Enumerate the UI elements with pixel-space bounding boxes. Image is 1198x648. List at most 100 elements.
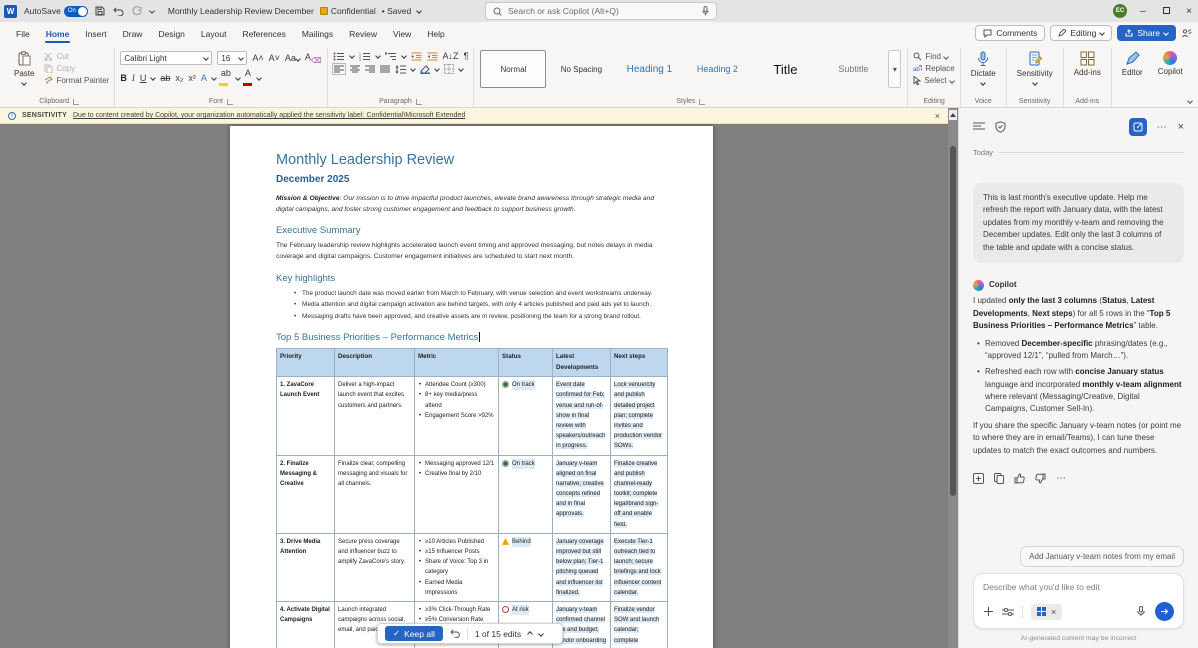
maximize-button[interactable] — [1159, 6, 1173, 17]
sort-icon[interactable]: A↓Z — [443, 51, 459, 61]
underline-chevron-icon[interactable] — [151, 75, 157, 81]
subscript-button[interactable]: x₂ — [175, 73, 183, 83]
catch-up-icon[interactable] — [1181, 28, 1192, 39]
shield-check-icon[interactable] — [995, 121, 1006, 133]
save-status[interactable]: • Saved — [382, 6, 411, 16]
keep-all-button[interactable]: ✓ Keep all — [385, 626, 443, 641]
response-more-icon[interactable]: ⋯ — [1056, 471, 1067, 487]
styles-dialog-launcher[interactable] — [699, 99, 705, 105]
clear-formatting-icon[interactable]: A⌫ — [305, 52, 322, 65]
find-button[interactable]: Find — [913, 52, 954, 61]
copilot-input-card[interactable]: Describe what you'd like to edit × — [973, 573, 1184, 629]
format-painter-button[interactable]: Format Painter — [44, 76, 109, 85]
cut-button[interactable]: Cut — [44, 52, 109, 61]
borders-icon[interactable] — [444, 64, 454, 74]
chat-history-icon[interactable] — [973, 122, 985, 132]
close-button[interactable]: × — [1182, 6, 1196, 17]
tab-file[interactable]: File — [8, 25, 38, 45]
font-name-select[interactable]: Calibri Light — [120, 51, 212, 65]
style-heading2[interactable]: Heading 2 — [684, 50, 750, 88]
shrink-font-icon[interactable]: A˅ — [269, 53, 280, 63]
change-case-icon[interactable]: Aa — [285, 53, 300, 63]
document-canvas[interactable]: Monthly Leadership Review December 2025 … — [0, 124, 948, 648]
copy-button[interactable]: Copy — [44, 64, 109, 73]
previous-edit-icon[interactable] — [527, 631, 533, 637]
send-button[interactable] — [1155, 602, 1174, 621]
tab-view[interactable]: View — [385, 25, 419, 45]
superscript-button[interactable]: x² — [188, 73, 196, 83]
comments-button[interactable]: Comments — [975, 25, 1045, 41]
autosave-toggle[interactable]: AutoSave On — [24, 6, 88, 17]
banner-close-icon[interactable]: × — [935, 111, 940, 121]
increase-indent-icon[interactable] — [427, 52, 438, 61]
line-spacing-icon[interactable] — [395, 65, 406, 74]
undo-edit-icon[interactable] — [450, 629, 460, 638]
new-chat-button[interactable] — [1129, 118, 1147, 136]
style-normal[interactable]: Normal — [480, 50, 546, 88]
shading-icon[interactable] — [420, 65, 430, 74]
align-left-icon[interactable] — [333, 64, 345, 74]
copilot-input-placeholder[interactable]: Describe what you'd like to edit — [983, 582, 1174, 592]
style-heading1[interactable]: Heading 1 — [616, 50, 682, 88]
select-button[interactable]: Select — [913, 76, 954, 85]
suggestion-chip[interactable]: Add January v-team notes from my email — [1020, 546, 1184, 567]
next-edit-icon[interactable] — [538, 631, 544, 637]
user-avatar[interactable]: EC — [1113, 4, 1127, 18]
insert-content-icon[interactable] — [973, 473, 984, 484]
dictate-button[interactable]: Dictate — [966, 48, 1001, 88]
strikethrough-button[interactable]: ab — [160, 73, 170, 83]
justify-icon[interactable] — [380, 65, 390, 73]
priorities-table[interactable]: Priority Description Metric Status Lates… — [276, 348, 668, 648]
decrease-indent-icon[interactable] — [411, 52, 422, 61]
tab-mailings[interactable]: Mailings — [294, 25, 341, 45]
tab-review[interactable]: Review — [341, 25, 385, 45]
copilot-button[interactable]: Copilot — [1153, 48, 1188, 79]
align-center-icon[interactable] — [350, 65, 360, 73]
highlight-color-button[interactable]: ab — [221, 68, 231, 88]
input-mic-icon[interactable] — [1137, 606, 1145, 617]
underline-button[interactable]: U — [140, 73, 147, 83]
table-context-chip[interactable]: × — [1031, 604, 1062, 620]
text-effects-icon[interactable]: A — [201, 73, 207, 83]
tab-references[interactable]: References — [234, 25, 293, 45]
font-dialog-launcher[interactable] — [227, 99, 233, 105]
banner-message-link[interactable]: Due to content created by Copilot, your … — [73, 112, 465, 119]
scroll-up-icon[interactable] — [949, 110, 957, 120]
style-no-spacing[interactable]: No Spacing — [548, 50, 614, 88]
minimize-button[interactable]: – — [1136, 6, 1150, 17]
grow-font-icon[interactable]: A˄ — [252, 53, 263, 63]
remove-context-icon[interactable]: × — [1051, 607, 1056, 617]
tune-options-icon[interactable] — [1002, 607, 1014, 617]
tab-insert[interactable]: Insert — [77, 25, 114, 45]
search-box[interactable]: Search or ask Copilot (Alt+Q) — [485, 2, 717, 20]
replace-button[interactable]: abReplace — [913, 64, 954, 73]
show-hide-marks-icon[interactable]: ¶ — [464, 51, 469, 61]
numbered-list-icon[interactable]: 123 — [359, 52, 371, 61]
style-title[interactable]: Title — [752, 50, 818, 88]
tab-help[interactable]: Help — [419, 25, 452, 45]
undo-icon[interactable] — [113, 7, 124, 16]
sensitivity-button[interactable]: Sensitivity — [1012, 48, 1058, 88]
document-page[interactable]: Monthly Leadership Review December 2025 … — [230, 126, 713, 648]
scrollbar-thumb[interactable] — [950, 146, 956, 496]
tab-design[interactable]: Design — [150, 25, 192, 45]
save-icon[interactable] — [95, 6, 105, 16]
bullet-list-icon[interactable] — [333, 52, 345, 61]
editing-mode-button[interactable]: Editing — [1050, 25, 1112, 41]
font-color-button[interactable]: A — [245, 68, 252, 88]
add-attachment-icon[interactable] — [983, 606, 994, 617]
customize-qat-icon[interactable] — [150, 9, 154, 13]
italic-button[interactable]: I — [132, 73, 135, 83]
font-size-select[interactable]: 16 — [217, 51, 247, 65]
panel-more-icon[interactable]: ⋯ — [1157, 122, 1168, 133]
tab-draw[interactable]: Draw — [115, 25, 151, 45]
tab-home[interactable]: Home — [38, 25, 78, 45]
thumbs-up-icon[interactable] — [1014, 473, 1025, 484]
panel-close-icon[interactable]: × — [1178, 121, 1184, 133]
vertical-scrollbar[interactable] — [948, 108, 958, 648]
styles-gallery-more-button[interactable]: ▾ — [888, 50, 901, 88]
editor-button[interactable]: Editor — [1117, 48, 1148, 80]
sensitivity-label-badge[interactable]: Confidential — [320, 6, 376, 16]
style-subtitle[interactable]: Subtitle — [820, 50, 886, 88]
copy-response-icon[interactable] — [994, 473, 1004, 484]
